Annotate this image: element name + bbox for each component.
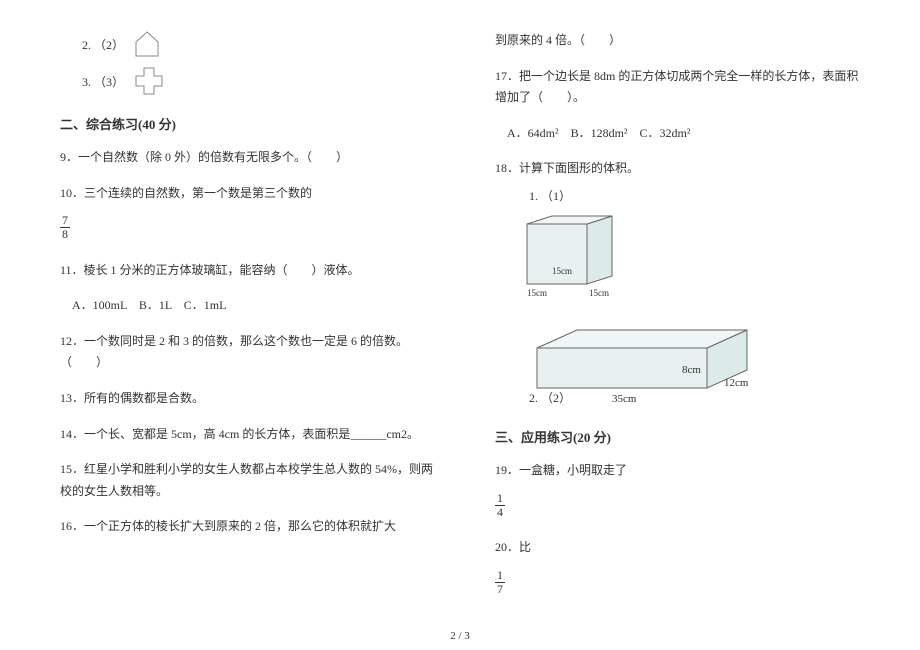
fig2-label-8cm: 8cm: [682, 364, 701, 376]
section3-title: 三、应用练习(20 分): [495, 427, 870, 446]
q15: 15．红星小学和胜利小学的女生人数都占本校学生总人数的 54%，则两校的女生人数…: [60, 459, 435, 502]
figure1-wrap: 15cm 15cm 15cm: [495, 214, 870, 314]
house-shape-icon: [134, 30, 160, 58]
fig2-label-12cm: 12cm: [724, 377, 749, 389]
q14: 14．一个长、宽都是 5cm，高 4cm 的长方体，表面积是______cm2。: [60, 424, 435, 446]
q19: 19．一盒糖，小明取走了: [495, 460, 870, 482]
q18: 18．计算下面图形的体积。: [495, 158, 870, 180]
fraction-1-7: 1 7: [495, 569, 505, 596]
fig2-label-35cm: 35cm: [612, 393, 637, 405]
q12: 12．一个数同时是 2 和 3 的倍数，那么这个数也一定是 6 的倍数。（ ）: [60, 331, 435, 374]
q2-prefix: 2. （2）: [82, 36, 124, 53]
q3-row: 3. （3）: [60, 66, 435, 96]
cross-shape-icon: [134, 66, 164, 96]
q18-1-prefix: 1. （1）: [495, 186, 870, 208]
q9: 9．一个自然数（除 0 外）的倍数有无限多个。（ ）: [60, 147, 435, 169]
page: 2. （2） 3. （3） 二、综合练习(40 分) 9．一个自然数（除 0 外…: [0, 0, 920, 634]
q16-cont: 到原来的 4 倍。（ ）: [495, 30, 870, 52]
q2-row: 2. （2）: [60, 30, 435, 58]
fig1-label-side: 15cm: [552, 266, 572, 276]
fraction-7-8: 7 8: [60, 214, 70, 241]
q17: 17．把一个边长是 8dm 的正方体切成两个完全一样的长方体，表面积增加了（ ）…: [495, 66, 870, 109]
q3-prefix: 3. （3）: [82, 73, 124, 90]
right-column: 到原来的 4 倍。（ ） 17．把一个边长是 8dm 的正方体切成两个完全一样的…: [495, 30, 870, 614]
q20-fraction: 1 7: [495, 565, 870, 600]
q17-options: A．64dm² B．128dm² C．32dm²: [495, 123, 870, 145]
q18-2-prefix: 2. （2）: [495, 388, 870, 410]
q10-fraction: 7 8: [60, 210, 435, 245]
cuboid-figure-1: 15cm 15cm 15cm: [517, 214, 647, 314]
q13: 13．所有的偶数都是合数。: [60, 388, 435, 410]
q11: 11．棱长 1 分米的正方体玻璃缸，能容纳（ ）液体。: [60, 260, 435, 282]
q20: 20．比: [495, 537, 870, 559]
page-footer: 2 / 3: [0, 630, 920, 642]
fraction-1-4: 1 4: [495, 492, 505, 519]
q10: 10．三个连续的自然数，第一个数是第三个数的: [60, 183, 435, 205]
q11-options: A．100mL B．1L C．1mL: [60, 295, 435, 317]
left-column: 2. （2） 3. （3） 二、综合练习(40 分) 9．一个自然数（除 0 外…: [60, 30, 435, 614]
fig1-label-depth: 15cm: [589, 288, 609, 298]
q16: 16．一个正方体的棱长扩大到原来的 2 倍，那么它的体积就扩大: [60, 516, 435, 538]
fig1-label-bottom: 15cm: [527, 288, 547, 298]
q19-fraction: 1 4: [495, 488, 870, 523]
section2-title: 二、综合练习(40 分): [60, 114, 435, 133]
